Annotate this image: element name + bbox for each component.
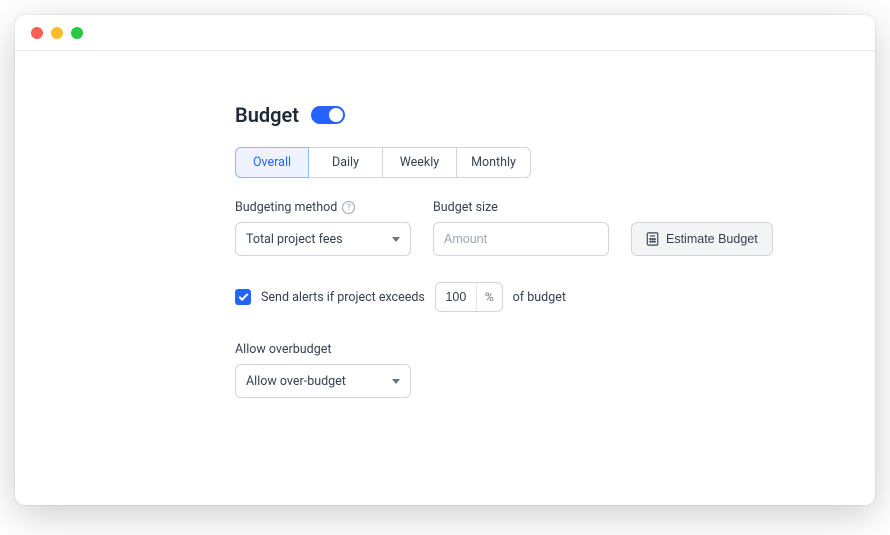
budget-size-label-row: Budget size (433, 200, 609, 215)
content-area: Budget Overall Daily Weekly Monthly Budg… (15, 51, 875, 398)
form-row-main: Budgeting method ? Total project fees Bu… (235, 200, 875, 256)
alert-prefix-text: Send alerts if project exceeds (261, 290, 425, 305)
help-icon[interactable]: ? (342, 201, 355, 214)
close-window-button[interactable] (31, 27, 43, 39)
tab-overall[interactable]: Overall (235, 147, 309, 178)
maximize-window-button[interactable] (71, 27, 83, 39)
titlebar (15, 15, 875, 51)
alert-suffix-text: of budget (513, 290, 566, 305)
budgeting-method-label: Budgeting method (235, 200, 337, 215)
percent-suffix: % (476, 283, 502, 311)
budgeting-method-value: Total project fees (246, 232, 343, 247)
budget-amount-input-group: USD (433, 222, 609, 256)
tab-monthly[interactable]: Monthly (457, 147, 531, 178)
overbudget-value: Allow over-budget (246, 374, 346, 389)
calculator-icon (646, 232, 659, 246)
page-header: Budget (235, 103, 875, 127)
chevron-down-icon (392, 237, 400, 242)
estimate-col: Estimate Budget (631, 200, 773, 256)
period-tabs: Overall Daily Weekly Monthly (235, 147, 875, 178)
estimate-budget-button[interactable]: Estimate Budget (631, 222, 773, 256)
budgeting-method-group: Budgeting method ? Total project fees (235, 200, 411, 256)
budget-amount-input[interactable] (434, 223, 609, 255)
tab-weekly[interactable]: Weekly (383, 147, 457, 178)
check-icon (238, 291, 248, 301)
tab-daily[interactable]: Daily (309, 147, 383, 178)
app-window: Budget Overall Daily Weekly Monthly Budg… (15, 15, 875, 505)
budget-size-label: Budget size (433, 200, 498, 215)
estimate-budget-label: Estimate Budget (666, 232, 758, 246)
overbudget-label: Allow overbudget (235, 342, 875, 357)
budget-toggle[interactable] (311, 106, 345, 124)
alert-checkbox[interactable] (235, 289, 251, 305)
overbudget-section: Allow overbudget Allow over-budget (235, 342, 875, 398)
minimize-window-button[interactable] (51, 27, 63, 39)
alert-threshold-input[interactable] (436, 283, 476, 311)
page-title: Budget (235, 103, 299, 127)
window-controls (31, 27, 83, 39)
alert-percent-group: % (435, 282, 503, 312)
chevron-down-icon (392, 379, 400, 384)
alert-row: Send alerts if project exceeds % of budg… (235, 282, 875, 312)
overbudget-select[interactable]: Allow over-budget (235, 364, 411, 398)
budgeting-method-label-row: Budgeting method ? (235, 200, 411, 215)
budget-size-group: Budget size USD (433, 200, 609, 256)
budgeting-method-select[interactable]: Total project fees (235, 222, 411, 256)
